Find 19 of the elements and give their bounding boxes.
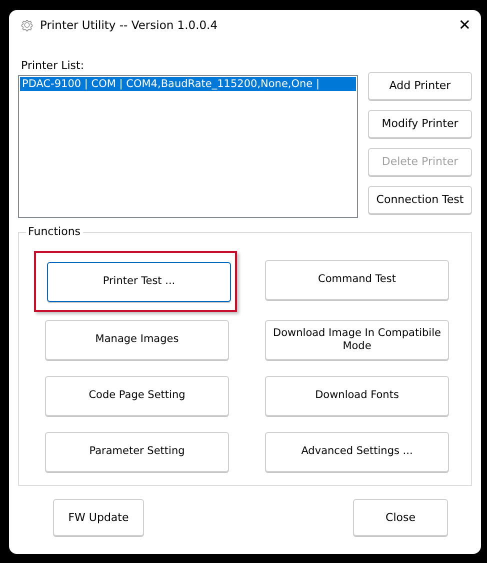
function-button[interactable]: Manage Images [45,320,229,360]
function-button[interactable]: Advanced Settings ... [265,432,449,472]
footer-button[interactable]: Close [353,499,448,536]
printer-list-label: Printer List: [20,59,86,72]
printer-button[interactable]: Add Printer [368,72,472,100]
function-button[interactable]: Download Fonts [265,376,449,416]
printer-button[interactable]: Modify Printer [368,110,472,138]
function-button[interactable]: Parameter Setting [45,432,229,472]
function-button[interactable]: Code Page Setting [45,376,229,416]
printer-list-item[interactable]: PDAC-9100 | COM | COM4,BaudRate_115200,None,One | [20,77,356,91]
printer-button[interactable]: Connection Test [368,186,472,214]
close-button[interactable]: ✕ [458,16,471,34]
function-button[interactable]: Printer Test ... [47,262,231,302]
gear-icon [20,18,34,32]
group-title: Functions [26,225,83,238]
footer-button[interactable]: FW Update [53,499,144,536]
function-button[interactable]: Command Test [265,260,449,300]
function-button[interactable]: Download Image In Compatibile Mode [265,320,449,360]
window-title: Printer Utility -- Version 1.0.0.4 [40,18,219,32]
